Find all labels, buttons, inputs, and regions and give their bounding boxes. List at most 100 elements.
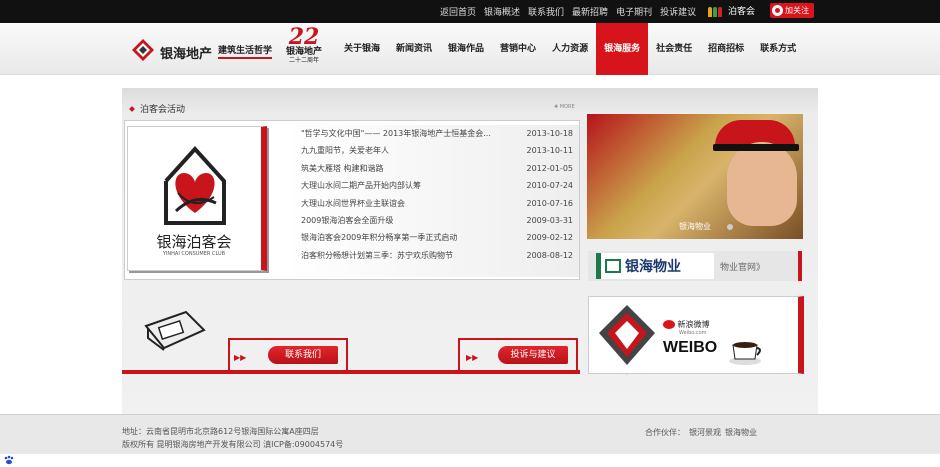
weibo-follow-button[interactable]: 加关注: [770, 3, 814, 18]
news-title: 大理山水间二期产品开始内部认筹: [301, 181, 421, 191]
nav-service[interactable]: 银海服务: [596, 23, 649, 75]
footer-copyright: 版权所有 昆明银海房地产开发有限公司 滇ICP备:09004574号: [122, 440, 344, 449]
section-title: 泊客会活动: [129, 102, 186, 115]
nav-hr[interactable]: 人力资源: [544, 23, 596, 75]
complaint-tile[interactable]: ▶▶ 投诉与建议: [348, 294, 650, 375]
news-item[interactable]: 2009银海泊客会全面升级 2009-03-31: [287, 212, 579, 229]
nav-bidding[interactable]: 招商招标: [700, 23, 752, 75]
weibo-tile[interactable]: 新浪微博 Weibo.com WEIBO: [588, 296, 804, 374]
news-title: "哲学与文化中国"—— 2013年银海地产士恒基金会...: [301, 129, 491, 138]
anniversary-number: 22: [288, 24, 320, 50]
top-link-contact[interactable]: 联系我们: [528, 5, 564, 18]
nav-works[interactable]: 银海作品: [440, 23, 492, 75]
news-date: 2009-03-31: [526, 215, 574, 225]
arrows-icon: ▶▶: [466, 353, 479, 362]
property-site-link[interactable]: 物业官网》: [720, 260, 765, 273]
people-icon: [708, 3, 724, 17]
property-photo[interactable]: 银海物业: [587, 114, 803, 239]
footer: 地址：云南省昆明市北京路612号银海国际公寓A座四层 版权所有 昆明银海房地产开…: [0, 414, 940, 454]
top-link-complaint[interactable]: 投诉建议: [660, 5, 696, 18]
complaint-button[interactable]: 投诉与建议: [498, 346, 568, 364]
club-top-label: 泊客会: [728, 6, 756, 17]
news-date: 2013-10-11: [526, 146, 574, 156]
nav-about[interactable]: 关于银海: [336, 23, 388, 75]
partners-label: 合作伙伴：: [645, 428, 685, 437]
top-link-overview[interactable]: 银海概述: [484, 5, 520, 18]
anniversary-years: 二十二周年: [288, 57, 319, 64]
nav-social[interactable]: 社会责任: [648, 23, 700, 75]
news-item[interactable]: 泊客积分畅想计划第三季：苏宁欢乐购物节 2008-08-12: [287, 247, 579, 264]
news-date: 2010-07-16: [526, 198, 574, 208]
header: 银海地产 建筑生活哲学 22 银海地产 二十二周年 关于银海 新闻资讯 银海作品…: [0, 23, 940, 75]
news-title: 大理山水间世界杯业主联谊会: [301, 198, 405, 208]
news-title: 九九重阳节，关爱老年人: [301, 146, 389, 156]
top-bar: 返回首页 银海概述 联系我们 最新招聘 电子期刊 投诉建议 泊客会 加关注: [0, 0, 940, 23]
cap-visor: [713, 144, 799, 151]
footer-partners: 合作伙伴： 银河景观 银海物业: [645, 427, 761, 438]
arrows-icon: ▶▶: [234, 353, 247, 362]
club-panel: 银海泊客会 YINHAI CONSUMER CLUB "哲学与文化中国"—— 2…: [124, 120, 580, 280]
anniversary-brand: 银海地产: [285, 47, 322, 57]
building-icon: [599, 305, 655, 365]
club-name: 银海泊客会: [156, 233, 232, 251]
nav-contact[interactable]: 联系方式: [752, 23, 804, 75]
slogan: 建筑生活哲学: [218, 43, 273, 59]
news-title: 泊客积分畅想计划第三季：苏宁欢乐购物节: [301, 250, 453, 260]
paw-icon[interactable]: [3, 455, 15, 465]
news-item[interactable]: 大理山水间世界杯业主联谊会 2010-07-16: [287, 195, 579, 212]
logo-text[interactable]: 银海地产: [160, 43, 212, 62]
partner-link[interactable]: 银河景观: [689, 428, 721, 437]
weibo-url: Weibo.com: [679, 330, 707, 336]
weibo-eye-icon: [663, 320, 675, 329]
news-date: 2012-01-05: [526, 163, 574, 173]
anniversary-badge: 22 银海地产 二十二周年: [279, 24, 329, 73]
tile-base-line: [348, 370, 580, 374]
nav-news[interactable]: 新闻资讯: [388, 23, 440, 75]
news-date: 2009-02-12: [526, 233, 574, 243]
more-link[interactable]: ✚ MORE: [554, 104, 575, 110]
house-icon: [605, 259, 621, 273]
news-date: 2013-10-18: [526, 129, 574, 138]
news-item[interactable]: 筑美大雁塔 构建和谐路 2012-01-05: [287, 160, 579, 177]
main-content: 泊客会活动 ✚ MORE 银海泊客会 YINHAI CONSUMER CLUB …: [122, 88, 818, 414]
partner-link[interactable]: 银海物业: [725, 428, 757, 437]
news-title: 银海泊客会2009年积分畅享第一季正式启动: [301, 233, 458, 243]
slide-indicator[interactable]: [727, 224, 733, 230]
news-item[interactable]: 九九重阳节，关爱老年人 2013-10-11: [287, 142, 579, 159]
club-house-heart-icon: [164, 146, 226, 225]
top-links: 返回首页 银海概述 联系我们 最新招聘 电子期刊 投诉建议: [440, 5, 696, 18]
phone-icon: [144, 310, 206, 351]
weibo-icon: [772, 5, 783, 16]
news-item[interactable]: 大理山水间二期产品开始内部认筹 2010-07-24: [287, 177, 579, 194]
news-list: "哲学与文化中国"—— 2013年银海地产士恒基金会... 2013-10-18 …: [287, 125, 579, 277]
property-banner-name: 银海物业: [625, 259, 681, 275]
news-title: 2009银海泊客会全面升级: [301, 215, 394, 225]
contact-tile[interactable]: ▶▶ 联系我们: [122, 294, 348, 374]
news-title: 筑美大雁塔 构建和谐路: [301, 163, 384, 173]
news-date: 2010-07-24: [526, 181, 574, 191]
top-link-jobs[interactable]: 最新招聘: [572, 5, 608, 18]
bullet-icon: [129, 105, 135, 112]
weibo-logo: 新浪微博 Weibo.com: [663, 319, 710, 336]
contact-button[interactable]: 联系我们: [268, 346, 338, 364]
weibo-cn: 新浪微博: [677, 320, 710, 329]
main-nav: 关于银海 新闻资讯 银海作品 营销中心 人力资源 银海服务 社会责任 招商招标 …: [336, 23, 804, 75]
doorman-face: [727, 142, 797, 226]
club-logo-box[interactable]: 银海泊客会 YINHAI CONSUMER CLUB: [127, 126, 267, 271]
top-link-ejournal[interactable]: 电子期刊: [616, 5, 652, 18]
coffee-cup-icon: [729, 342, 761, 365]
company-logo-icon[interactable]: [131, 38, 155, 62]
weibo-word: WEIBO: [663, 339, 718, 356]
nav-marketing[interactable]: 营销中心: [492, 23, 544, 75]
weibo-follow-label: 加关注: [785, 6, 809, 15]
property-banner[interactable]: 银海物业 物业官网》: [588, 251, 802, 281]
section-title-text: 泊客会活动: [140, 105, 186, 115]
tile-base-line: [122, 370, 348, 374]
top-link-home[interactable]: 返回首页: [440, 5, 476, 18]
news-item[interactable]: "哲学与文化中国"—— 2013年银海地产士恒基金会... 2013-10-18: [287, 125, 579, 142]
news-date: 2008-08-12: [526, 250, 574, 260]
property-banner-logo: 银海物业: [596, 253, 714, 279]
footer-address: 地址：云南省昆明市北京路612号银海国际公寓A座四层: [122, 427, 319, 436]
news-item[interactable]: 银海泊客会2009年积分畅享第一季正式启动 2009-02-12: [287, 229, 579, 246]
club-top-link[interactable]: 泊客会: [708, 3, 755, 17]
